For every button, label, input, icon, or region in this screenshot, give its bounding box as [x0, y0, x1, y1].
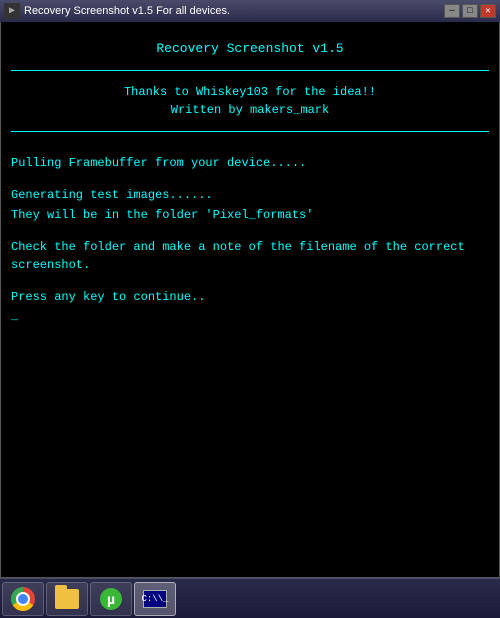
log-line-8: Press any key to continue..: [11, 288, 489, 306]
title-bar-text: Recovery Screenshot v1.5 For all devices…: [24, 5, 230, 17]
log-line-4: They will be in the folder 'Pixel_format…: [11, 206, 489, 224]
divider-1: [11, 70, 489, 71]
header-section: Recovery Screenshot v1.5: [11, 30, 489, 66]
log-line-1: Pulling Framebuffer from your device....…: [11, 154, 489, 172]
log-section: Pulling Framebuffer from your device....…: [11, 136, 489, 325]
cmd-icon: C:\\_: [143, 590, 167, 608]
minimize-button[interactable]: ─: [444, 4, 460, 18]
log-line-3: Generating test images......: [11, 186, 489, 204]
app-icon: ▶: [4, 3, 20, 19]
taskbar-utorrent-btn[interactable]: µ: [90, 582, 132, 616]
title-bar: ▶ Recovery Screenshot v1.5 For all devic…: [0, 0, 500, 22]
maximize-button[interactable]: □: [462, 4, 478, 18]
close-button[interactable]: ✕: [480, 4, 496, 18]
taskbar: µ C:\\_: [0, 578, 500, 618]
credit-line-1: Thanks to Whiskey103 for the idea!!: [11, 83, 489, 101]
log-line-0: [11, 142, 489, 152]
taskbar-folder-btn[interactable]: [46, 582, 88, 616]
log-line-7: [11, 276, 489, 286]
terminal: Recovery Screenshot v1.5 Thanks to Whisk…: [1, 22, 499, 577]
title-bar-controls: ─ □ ✕: [444, 4, 496, 18]
taskbar-chrome-btn[interactable]: [2, 582, 44, 616]
folder-icon: [55, 589, 79, 609]
divider-2: [11, 131, 489, 132]
window-body: Recovery Screenshot v1.5 Thanks to Whisk…: [0, 22, 500, 578]
app-title: Recovery Screenshot v1.5: [11, 40, 489, 58]
credit-line-2: Written by makers_mark: [11, 101, 489, 119]
log-line-2: [11, 174, 489, 184]
credits-section: Thanks to Whiskey103 for the idea!! Writ…: [11, 75, 489, 127]
cursor-line: _: [11, 308, 489, 325]
chrome-icon: [11, 587, 35, 611]
title-bar-left: ▶ Recovery Screenshot v1.5 For all devic…: [4, 3, 230, 19]
taskbar-cmd-btn[interactable]: C:\\_: [134, 582, 176, 616]
log-line-5: [11, 226, 489, 236]
log-line-6: Check the folder and make a note of the …: [11, 238, 489, 274]
utorrent-icon: µ: [100, 588, 122, 610]
